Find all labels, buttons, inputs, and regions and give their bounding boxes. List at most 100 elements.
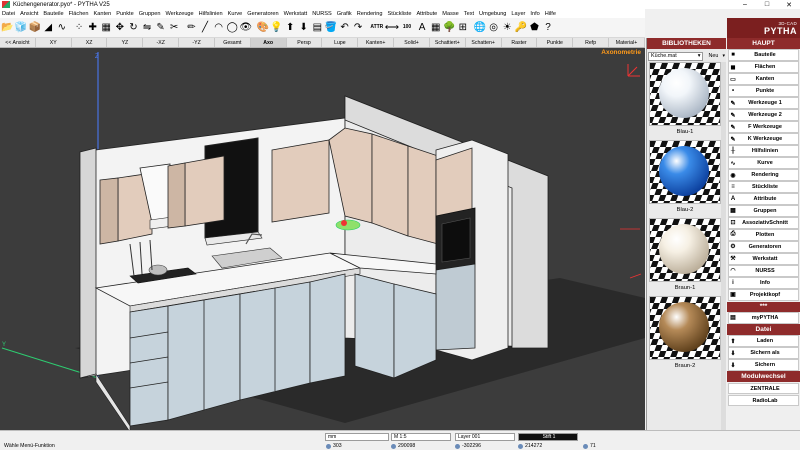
cut-icon[interactable]: ✂ — [168, 20, 181, 36]
flächen-button[interactable]: ◼ Flächen — [728, 61, 799, 73]
info-button[interactable]: i Info — [728, 277, 799, 289]
shape-icon[interactable]: ⬟ — [528, 20, 541, 36]
mypytha-button[interactable]: ▤ myPYTHA — [728, 312, 799, 324]
minimize-button[interactable]: – — [734, 0, 756, 9]
menu-kurve[interactable]: Kurve — [228, 11, 243, 17]
assoziativschnitt-button[interactable]: ⊡ AssoziativSchnitt — [728, 217, 799, 229]
globe-icon[interactable]: 🌐 — [474, 20, 487, 36]
group-icon[interactable]: ▦ — [100, 20, 113, 36]
move-icon[interactable]: ✥ — [113, 20, 126, 36]
view-button-xy[interactable]: XY — [36, 38, 72, 47]
view-button-yz[interactable]: -YZ — [179, 38, 215, 47]
tree-icon[interactable]: 🌳 — [443, 20, 456, 36]
3d-viewport[interactable]: Z Y Axonometrie — [0, 48, 645, 430]
menu-masse[interactable]: Masse — [442, 11, 458, 17]
werkzeuge-1-button[interactable]: ✎ Werkzeuge 1 — [728, 97, 799, 109]
view-button-yz[interactable]: YZ — [107, 38, 144, 47]
layer-select[interactable]: Layer 001 — [455, 433, 515, 441]
kanten-button[interactable]: ▭ Kanten — [728, 73, 799, 85]
menu-gruppen[interactable]: Gruppen — [139, 11, 161, 17]
view-button-schattiert[interactable]: Schattiert+ — [430, 38, 466, 47]
light-icon[interactable]: 💡 — [270, 20, 283, 36]
menu-datei[interactable]: Datei — [2, 11, 15, 17]
down-arrow-icon[interactable]: ⬇ — [297, 20, 310, 36]
view-button-solid[interactable]: Solid+ — [394, 38, 430, 47]
close-button[interactable]: ✕ — [778, 0, 800, 9]
menu-grafik[interactable]: Grafik — [337, 11, 352, 17]
target-icon[interactable]: ◎ — [487, 20, 500, 36]
number-icon[interactable]: 100 — [399, 20, 415, 36]
key-icon[interactable]: 🔑 — [514, 20, 527, 36]
werkzeuge-2-button[interactable]: ✎ Werkzeuge 2 — [728, 109, 799, 121]
menu-kanten[interactable]: Kanten — [94, 11, 112, 17]
eye-icon[interactable]: 👁 — [239, 20, 252, 36]
view-button-material[interactable]: Material+ — [609, 38, 645, 47]
view-button-kanten[interactable]: Kanten+ — [358, 38, 395, 47]
circle-icon[interactable]: ◯ — [226, 20, 239, 36]
surface-icon[interactable]: ◢ — [42, 20, 55, 36]
menu-werkstatt[interactable]: Werkstatt — [284, 11, 308, 17]
units-select[interactable]: mm — [325, 433, 389, 441]
view-button-persp[interactable]: Persp — [287, 38, 323, 47]
arc-icon[interactable]: ◠ — [212, 20, 225, 36]
table-icon[interactable]: ▦ — [429, 20, 442, 36]
snap-icon[interactable]: ✚ — [86, 20, 99, 36]
sun-icon[interactable]: ☀ — [501, 20, 514, 36]
werkstatt-button[interactable]: ⚒ Werkstatt — [728, 253, 799, 265]
maximize-button[interactable]: □ — [756, 0, 778, 9]
sichern-button[interactable]: ⬇ Sichern — [728, 359, 799, 371]
nurss-button[interactable]: ◠ NURSS — [728, 265, 799, 277]
view-button-axo[interactable]: Axo — [250, 38, 287, 47]
material-swatch[interactable]: Blau-1 — [649, 62, 721, 138]
undo-icon[interactable]: ↶ — [338, 20, 351, 36]
view-button-schatten[interactable]: Schatten+ — [466, 38, 502, 47]
material-swatch[interactable]: Braun-2 — [649, 296, 721, 372]
edit-icon[interactable]: ✎ — [154, 20, 167, 36]
view-button-xz[interactable]: XZ — [72, 38, 108, 47]
view-button-punkte[interactable]: Punkte — [537, 38, 574, 47]
sichern-als-button[interactable]: ⬇ Sichern als — [728, 347, 799, 360]
menu-info[interactable]: Info — [530, 11, 539, 17]
view-button-refp[interactable]: Refp — [573, 38, 610, 47]
chevron-down-icon[interactable]: ▾ — [722, 53, 725, 59]
menu-text[interactable]: Text — [464, 11, 474, 17]
menu-hilfe[interactable]: Hilfe — [545, 11, 556, 17]
menu-flächen[interactable]: Flächen — [69, 11, 89, 17]
curve-icon[interactable]: ∿ — [55, 20, 68, 36]
menu-hilfslinien[interactable]: Hilfslinien — [199, 11, 223, 17]
laden-button[interactable]: ⬆ Laden — [728, 335, 799, 348]
grid-icon[interactable]: ⊞ — [456, 20, 469, 36]
layers-icon[interactable]: ▤ — [311, 20, 324, 36]
box-icon[interactable]: 📦 — [28, 20, 41, 36]
dimension-icon[interactable]: ⟷ — [385, 20, 399, 36]
radiolab-button[interactable]: RadioLab — [728, 394, 799, 407]
library-scrollbar[interactable] — [721, 62, 726, 430]
stückliste-button[interactable]: ≡ Stückliste — [728, 181, 799, 193]
material-swatch[interactable]: Braun-1 — [649, 218, 721, 294]
kurve-button[interactable]: ∿ Kurve — [728, 157, 799, 169]
pen-select[interactable]: Stift 1 — [518, 433, 578, 441]
projektkopf-button[interactable]: ▣ Projektkopf — [728, 289, 799, 301]
open-icon[interactable]: 📂 — [1, 20, 14, 36]
plotten-button[interactable]: ⎙ Plotten — [728, 229, 799, 241]
library-file-select[interactable]: Küche.mat ▾ — [648, 51, 704, 61]
generatoren-button[interactable]: ⚙ Generatoren — [728, 241, 799, 253]
menu-ansicht[interactable]: Ansicht — [20, 11, 38, 17]
menu-umgebung[interactable]: Umgebung — [479, 11, 506, 17]
bucket-icon[interactable]: 🪣 — [324, 20, 337, 36]
menu-layer[interactable]: Layer — [511, 11, 525, 17]
up-arrow-icon[interactable]: ⬆ — [284, 20, 297, 36]
view-button-xz[interactable]: -XZ — [143, 38, 180, 47]
menu-werkzeuge[interactable]: Werkzeuge — [165, 11, 193, 17]
view-button-lupe[interactable]: Lupe — [322, 38, 359, 47]
pencil-icon[interactable]: ✏ — [185, 20, 198, 36]
view-button-gesamt[interactable]: Gesamt — [215, 38, 251, 47]
menu-punkte[interactable]: Punkte — [116, 11, 133, 17]
attr-icon[interactable]: ATTR — [369, 20, 385, 36]
render-icon[interactable]: 🎨 — [256, 20, 269, 36]
punkte-button[interactable]: • Punkte — [728, 85, 799, 97]
menu-generatoren[interactable]: Generatoren — [247, 11, 278, 17]
redo-icon[interactable]: ↷ — [352, 20, 365, 36]
menu-bauteile[interactable]: Bauteile — [43, 11, 63, 17]
menu-nurss[interactable]: NURSS — [312, 11, 332, 17]
